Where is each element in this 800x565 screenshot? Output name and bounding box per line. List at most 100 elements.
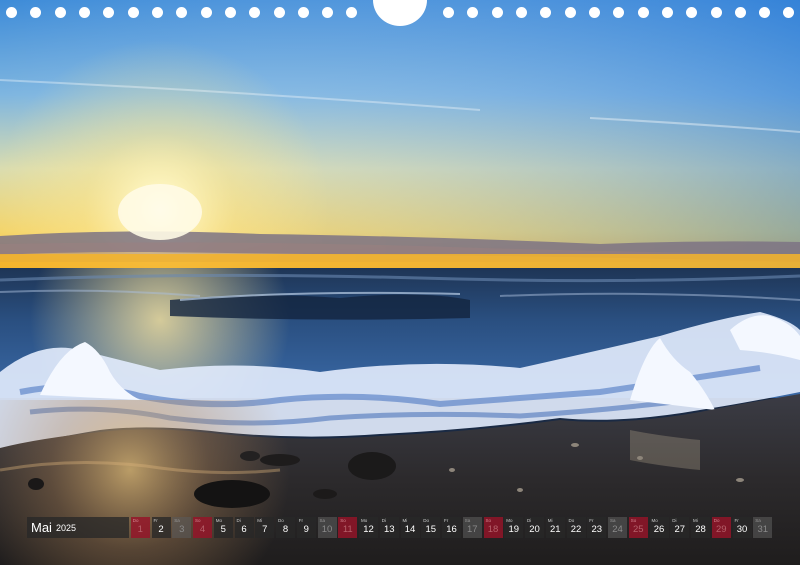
day-cell: Di 6 <box>234 517 254 538</box>
day-cell: Mi 28 <box>691 517 710 538</box>
weekday-label: Mo <box>215 518 223 523</box>
binding-hole <box>274 7 285 18</box>
binding-hole <box>443 7 454 18</box>
day-cell: So 4 <box>193 517 212 538</box>
binding-hole <box>662 7 673 18</box>
weekday-label: Mi <box>547 518 553 523</box>
binding-hole <box>79 7 90 18</box>
day-number: 7 <box>262 524 268 535</box>
day-number: 16 <box>446 524 457 535</box>
binding-hole <box>540 7 551 18</box>
weekday-label: Fr <box>153 518 158 523</box>
day-cell: Mi 14 <box>400 517 420 538</box>
calendar-strip: Mai 2025 Do 1 Fr 2 Sa 3 So 4 Mo 5 Di 6 Mi 7 Do 8 Fr 9 Sa 10… <box>27 517 773 538</box>
weekday-label: Do <box>278 518 284 523</box>
calendar-binding <box>0 0 800 28</box>
day-cell: So 11 <box>338 517 358 538</box>
binding-hole <box>6 7 17 18</box>
day-cell: Mo 5 <box>213 517 233 538</box>
weekday-label: So <box>195 518 201 523</box>
weekday-label: Do <box>568 518 575 523</box>
day-cell: Sa 10 <box>317 517 337 538</box>
day-number: 10 <box>321 524 333 535</box>
day-number: 1 <box>137 524 143 535</box>
day-cell: Sa 31 <box>753 517 773 538</box>
day-number: 30 <box>736 524 748 535</box>
day-number: 27 <box>674 524 686 535</box>
day-number: 29 <box>715 524 727 535</box>
day-number: 13 <box>383 524 395 535</box>
day-number: 8 <box>282 524 289 535</box>
binding-hole <box>298 7 309 18</box>
weekday-label: So <box>630 518 637 523</box>
weekday-label: Fr <box>444 518 449 523</box>
day-number: 11 <box>342 524 353 535</box>
weekday-label: So <box>485 518 492 523</box>
day-cell: Sa 3 <box>172 517 192 538</box>
day-number: 4 <box>199 524 206 535</box>
day-number: 22 <box>570 524 582 535</box>
day-cells: Do 1 Fr 2 Sa 3 So 4 Mo 5 Di 6 Mi 7 Do 8 Fr 9 Sa 10 So 11 Mo 12 D… <box>129 517 773 538</box>
weekday-label: Di <box>672 518 677 523</box>
binding-hole <box>201 7 212 18</box>
binding-hole <box>759 7 770 18</box>
day-number: 15 <box>425 524 437 535</box>
day-number: 19 <box>508 524 520 535</box>
weekday-label: Mo <box>506 518 513 523</box>
binding-hole <box>711 7 722 18</box>
day-cell: So 18 <box>483 517 503 538</box>
weekday-label: Mo <box>651 518 658 523</box>
day-number: 14 <box>404 524 416 535</box>
weekday-label: So <box>340 518 346 523</box>
day-number: 21 <box>549 524 561 535</box>
weekday-label: Sa <box>755 518 761 523</box>
day-cell: Fr 16 <box>442 517 461 538</box>
binding-hole <box>176 7 187 18</box>
weekday-label: Do <box>132 518 139 523</box>
day-number: 3 <box>179 524 185 535</box>
day-cell: Fr 9 <box>296 517 316 538</box>
binding-hole <box>322 7 333 18</box>
weekday-label: Mi <box>257 518 262 523</box>
binding-hole <box>565 7 576 18</box>
day-cell: Mo 12 <box>359 517 378 538</box>
binding-hole <box>735 7 746 18</box>
day-number: 9 <box>303 524 309 535</box>
weekday-label: Sa <box>610 518 616 523</box>
binding-hole <box>346 7 357 18</box>
month-label: Mai 2025 <box>27 517 129 538</box>
beach-sunset-photo <box>0 0 800 565</box>
binding-hole <box>30 7 41 18</box>
day-number: 24 <box>612 524 623 535</box>
day-number: 5 <box>220 524 226 535</box>
day-cell: Mo 26 <box>649 517 669 538</box>
day-cell: Di 27 <box>670 517 690 538</box>
day-cell: Do 15 <box>421 517 441 538</box>
day-number: 28 <box>695 524 706 535</box>
day-cell: So 25 <box>628 517 648 538</box>
binding-hole <box>103 7 114 18</box>
weekday-label: Do <box>423 518 430 523</box>
day-cell: Do 8 <box>276 517 295 538</box>
weekday-label: Do <box>713 518 720 523</box>
hanger-cutout <box>373 0 427 26</box>
day-number: 6 <box>241 524 247 535</box>
weekday-label: Fr <box>734 518 739 523</box>
weekday-label: Di <box>527 518 532 523</box>
binding-hole <box>613 7 624 18</box>
weekday-label: Sa <box>319 518 326 523</box>
binding-hole <box>467 7 478 18</box>
day-number: 20 <box>529 524 540 535</box>
binding-hole <box>225 7 236 18</box>
day-cell: Mi 7 <box>255 517 275 538</box>
day-cell: Di 13 <box>379 517 399 538</box>
weekday-label: Sa <box>174 518 180 523</box>
day-number: 17 <box>466 524 478 535</box>
day-cell: Sa 24 <box>608 517 627 538</box>
day-cell: Fr 30 <box>732 517 752 538</box>
binding-hole <box>783 7 794 18</box>
day-cell: Di 20 <box>525 517 544 538</box>
day-cell: Fr 23 <box>587 517 607 538</box>
binding-hole <box>516 7 527 18</box>
binding-hole <box>492 7 503 18</box>
